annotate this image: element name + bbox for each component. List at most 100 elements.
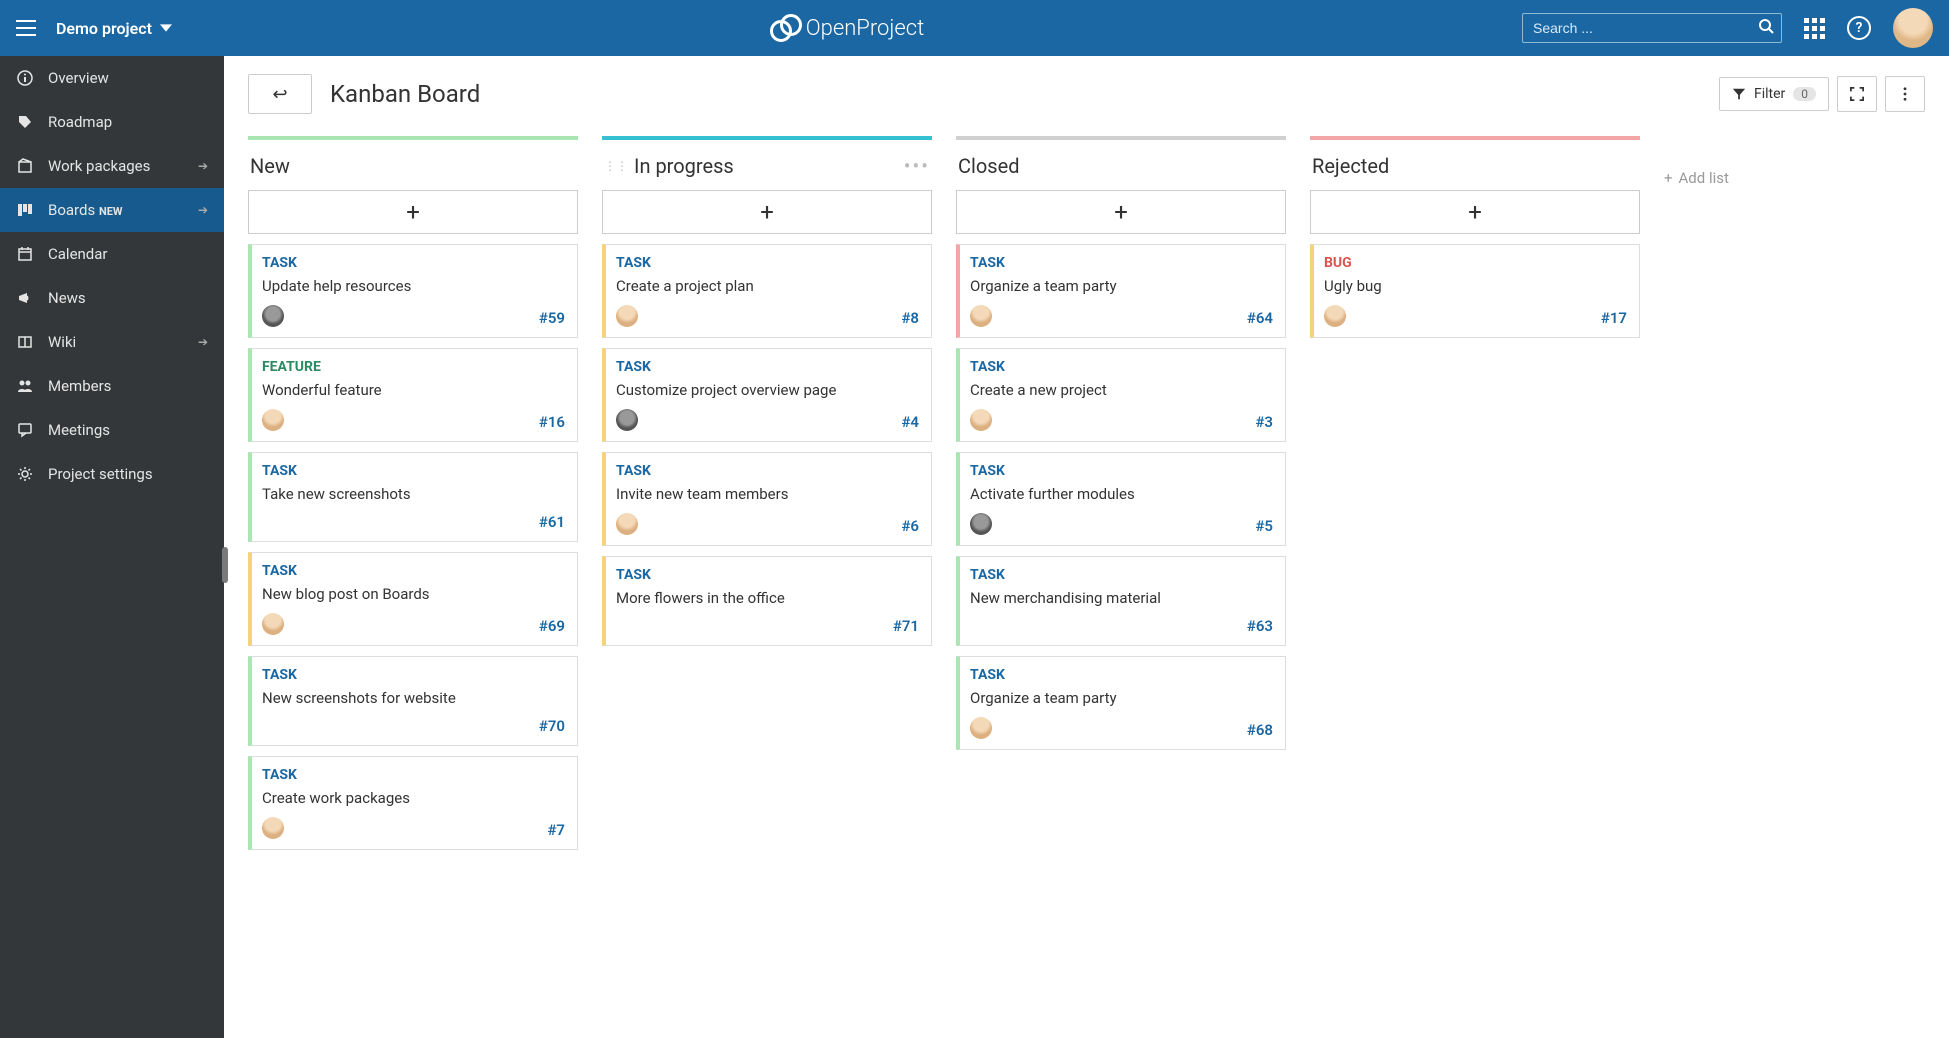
card-type: TASK xyxy=(616,255,919,271)
column-header[interactable]: Closed xyxy=(956,140,1286,190)
sidebar-item-project-settings[interactable]: Project settings xyxy=(0,452,224,496)
card-id[interactable]: #59 xyxy=(539,309,565,327)
card[interactable]: BUGUgly bug#17 xyxy=(1310,244,1640,338)
project-selector[interactable]: Demo project xyxy=(56,19,172,38)
card-id[interactable]: #70 xyxy=(539,717,565,735)
assignee-avatar[interactable] xyxy=(970,305,992,327)
sidebar-item-news[interactable]: News xyxy=(0,276,224,320)
add-list-button[interactable]: + Add list xyxy=(1664,158,1729,198)
card-id[interactable]: #69 xyxy=(539,617,565,635)
assignee-avatar[interactable] xyxy=(262,613,284,635)
card-id[interactable]: #8 xyxy=(901,309,919,327)
assignee-avatar[interactable] xyxy=(262,305,284,327)
column-header[interactable]: ⋮⋮In progress••• xyxy=(602,140,932,190)
card-list: TASKCreate a project plan#8 TASKCustomize… xyxy=(602,244,932,646)
card-id[interactable]: #4 xyxy=(901,413,919,431)
add-card-button[interactable]: + xyxy=(1310,190,1640,234)
card[interactable]: TASKUpdate help resources#59 xyxy=(248,244,578,338)
card[interactable]: TASKNew merchandising material#63 xyxy=(956,556,1286,646)
card-id[interactable]: #3 xyxy=(1255,413,1273,431)
app-logo[interactable]: OpenProject xyxy=(770,14,924,42)
sidebar-item-boards[interactable]: Boards NEW➔ xyxy=(0,188,224,232)
sidebar-item-label: Project settings xyxy=(48,465,208,483)
filter-icon xyxy=(1732,87,1746,101)
card-id[interactable]: #68 xyxy=(1247,721,1273,739)
card-id[interactable]: #16 xyxy=(539,413,565,431)
assignee-avatar[interactable] xyxy=(616,513,638,535)
card[interactable]: TASKMore flowers in the office#71 xyxy=(602,556,932,646)
search-icon[interactable] xyxy=(1758,18,1774,38)
sidebar-item-meetings[interactable]: Meetings xyxy=(0,408,224,452)
card-id[interactable]: #71 xyxy=(893,617,919,635)
card[interactable]: TASKNew blog post on Boards#69 xyxy=(248,552,578,646)
user-avatar[interactable] xyxy=(1893,8,1933,48)
add-card-button[interactable]: + xyxy=(248,190,578,234)
card-footer: #64 xyxy=(970,305,1273,327)
assignee-avatar[interactable] xyxy=(262,409,284,431)
card-type: TASK xyxy=(970,463,1273,479)
sidebar-item-work-packages[interactable]: Work packages➔ xyxy=(0,144,224,188)
hamburger-icon[interactable] xyxy=(16,20,36,36)
card[interactable]: TASKCustomize project overview page#4 xyxy=(602,348,932,442)
card[interactable]: TASKActivate further modules#5 xyxy=(956,452,1286,546)
card[interactable]: TASKCreate work packages#7 xyxy=(248,756,578,850)
card[interactable]: TASKInvite new team members#6 xyxy=(602,452,932,546)
add-list-label: Add list xyxy=(1679,169,1729,187)
plus-icon: + xyxy=(1664,169,1673,187)
column-rejected: Rejected+ BUGUgly bug#17 xyxy=(1310,136,1640,338)
card-type: TASK xyxy=(616,463,919,479)
sidebar-item-overview[interactable]: Overview xyxy=(0,56,224,100)
add-card-button[interactable]: + xyxy=(956,190,1286,234)
assignee-avatar[interactable] xyxy=(262,817,284,839)
card-footer: #68 xyxy=(970,717,1273,739)
column-more-icon[interactable]: ••• xyxy=(904,154,930,178)
sidebar-item-wiki[interactable]: Wiki➔ xyxy=(0,320,224,364)
help-icon[interactable]: ? xyxy=(1847,16,1871,40)
filter-button[interactable]: Filter 0 xyxy=(1719,77,1829,111)
assignee-avatar[interactable] xyxy=(970,513,992,535)
sidebar-resize-handle[interactable] xyxy=(222,547,228,583)
card[interactable]: FEATUREWonderful feature#16 xyxy=(248,348,578,442)
card-type: TASK xyxy=(262,667,565,683)
card-footer: #16 xyxy=(262,409,565,431)
sidebar-item-members[interactable]: Members xyxy=(0,364,224,408)
columns-container: New+TASKUpdate help resources#59FEATUREW… xyxy=(224,132,1949,1038)
search-input[interactable] xyxy=(1522,13,1782,43)
assignee-avatar[interactable] xyxy=(1324,305,1346,327)
card[interactable]: TASKOrganize a team party#68 xyxy=(956,656,1286,750)
card-id[interactable]: #64 xyxy=(1247,309,1273,327)
card[interactable]: TASKCreate a new project#3 xyxy=(956,348,1286,442)
card-footer: #63 xyxy=(970,617,1273,635)
assignee-avatar[interactable] xyxy=(616,409,638,431)
card[interactable]: TASKCreate a project plan#8 xyxy=(602,244,932,338)
card[interactable]: TASKNew screenshots for website#70 xyxy=(248,656,578,746)
apps-grid-icon[interactable] xyxy=(1804,18,1825,39)
global-search xyxy=(1522,13,1782,43)
card[interactable]: TASKOrganize a team party#64 xyxy=(956,244,1286,338)
card-title: Organize a team party xyxy=(970,689,1273,707)
card-id[interactable]: #63 xyxy=(1247,617,1273,635)
column-header[interactable]: New xyxy=(248,140,578,190)
card-id[interactable]: #17 xyxy=(1601,309,1627,327)
card-id[interactable]: #6 xyxy=(901,517,919,535)
sidebar-item-roadmap[interactable]: Roadmap xyxy=(0,100,224,144)
card-id[interactable]: #7 xyxy=(547,821,565,839)
sidebar-item-calendar[interactable]: Calendar xyxy=(0,232,224,276)
sidebar-item-label: Meetings xyxy=(48,421,208,439)
more-options-button[interactable] xyxy=(1885,76,1925,112)
fullscreen-button[interactable] xyxy=(1837,76,1877,112)
drag-handle-icon[interactable]: ⋮⋮ xyxy=(604,159,628,173)
add-card-button[interactable]: + xyxy=(602,190,932,234)
assignee-avatar[interactable] xyxy=(616,305,638,327)
board-header: ↩ Kanban Board Filter 0 xyxy=(224,56,1949,132)
sidebar-item-label: Roadmap xyxy=(48,113,208,131)
assignee-avatar[interactable] xyxy=(970,717,992,739)
column-header[interactable]: Rejected xyxy=(1310,140,1640,190)
card-id[interactable]: #61 xyxy=(539,513,565,531)
assignee-avatar[interactable] xyxy=(970,409,992,431)
card-id[interactable]: #5 xyxy=(1255,517,1273,535)
card[interactable]: TASKTake new screenshots#61 xyxy=(248,452,578,542)
back-button[interactable]: ↩ xyxy=(248,74,312,114)
sidebar-item-label: Calendar xyxy=(48,245,208,263)
sidebar-item-label: Boards NEW xyxy=(48,201,184,219)
